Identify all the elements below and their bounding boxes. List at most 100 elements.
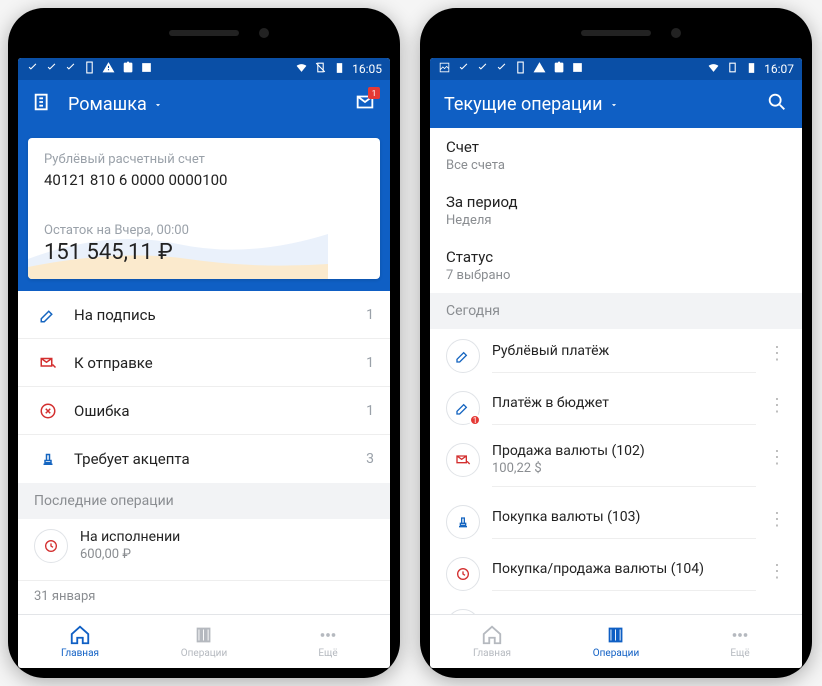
phone-frame-right: 16:07 Текущие операции Счет Все счета За…: [420, 8, 812, 678]
op-item[interactable]: Обязательная продажа валютной вы... ⋮: [430, 599, 802, 614]
play-box-icon: [571, 61, 584, 77]
main-content[interactable]: Счет Все счета За период Неделя Статус 7…: [430, 128, 802, 614]
op-item[interactable]: Продажа валюты (102) 100,22 $ ⋮: [430, 433, 802, 495]
warning-icon: [533, 61, 546, 77]
op-amount: 600,00 ₽: [80, 547, 374, 562]
op-title: На исполнении: [80, 529, 374, 545]
nav-label: Главная: [61, 648, 99, 659]
app-bar: Текущие операции: [430, 80, 802, 128]
chevron-down-icon: [153, 94, 163, 115]
op-badge: 1: [469, 414, 481, 426]
op-menu-button[interactable]: ⋮: [768, 557, 786, 582]
op-title: Покупка валюты (103): [492, 509, 756, 525]
home-icon: [69, 624, 91, 646]
messages-badge: 1: [368, 87, 380, 99]
today-header: Сегодня: [430, 293, 802, 329]
check-icon: [457, 61, 470, 77]
op-item[interactable]: Покупка/продажа валюты (104) ⋮: [430, 547, 802, 599]
status-count: 1: [366, 355, 374, 371]
mail-send-icon: [446, 443, 480, 477]
recent-ops-header: Последние операции: [18, 483, 390, 519]
op-menu-button[interactable]: ⋮: [768, 443, 786, 468]
op-menu-button[interactable]: ⋮: [768, 391, 786, 416]
chevron-down-icon: [609, 94, 619, 115]
pen-icon: 1: [446, 391, 480, 425]
battery-icon: [333, 61, 346, 77]
wifi-icon: [295, 61, 308, 77]
stamp-icon: [34, 450, 62, 468]
phone-frame-left: 16:05 Ромашка 1 Рублёвый расчетный счет …: [8, 8, 400, 678]
op-menu-button[interactable]: ⋮: [768, 505, 786, 530]
nav-home[interactable]: Главная: [430, 615, 554, 668]
org-selector[interactable]: Ромашка: [68, 94, 340, 115]
books-icon: [605, 624, 627, 646]
search-button[interactable]: [766, 91, 788, 117]
no-sim-icon: [314, 61, 327, 77]
check-icon: [495, 61, 508, 77]
op-title: Платёж в бюджет: [492, 395, 756, 411]
op-title: Покупка/продажа валюты (104): [492, 561, 756, 577]
op-item[interactable]: Покупка валюты (103) ⋮: [430, 495, 802, 547]
wifi-icon: [707, 61, 720, 77]
status-label: На подпись: [74, 306, 366, 324]
filter-account[interactable]: Счет Все счета: [430, 128, 802, 183]
nav-operations[interactable]: Операции: [554, 615, 678, 668]
filter-period[interactable]: За период Неделя: [430, 183, 802, 238]
filter-status[interactable]: Статус 7 выбрано: [430, 238, 802, 293]
messages-button[interactable]: 1: [354, 91, 376, 117]
phone-camera: [671, 28, 681, 38]
bottom-nav: Главная Операции Ещё: [430, 614, 802, 668]
status-count: 3: [366, 451, 374, 467]
balance-value: 151 545,11 ₽: [44, 240, 364, 265]
main-content[interactable]: Рублёвый расчетный счет 40121 810 6 0000…: [18, 128, 390, 614]
nav-label: Ещё: [318, 648, 337, 659]
check-icon: [64, 61, 77, 77]
nav-home[interactable]: Главная: [18, 615, 142, 668]
org-name: Ромашка: [68, 94, 147, 115]
status-item-send[interactable]: К отправке 1: [18, 339, 390, 387]
nav-more[interactable]: Ещё: [678, 615, 802, 668]
filter-label: За период: [446, 193, 786, 211]
filter-value: Все счета: [446, 158, 786, 173]
device-icon: [83, 61, 96, 77]
nav-label: Ещё: [730, 648, 749, 659]
ops-selector[interactable]: Текущие операции: [444, 94, 752, 115]
nav-label: Операции: [181, 648, 227, 659]
status-bar: 16:05: [18, 58, 390, 80]
status-count: 1: [366, 307, 374, 323]
nav-operations[interactable]: Операции: [142, 615, 266, 668]
clock-text: 16:07: [764, 62, 794, 76]
status-item-error[interactable]: Ошибка 1: [18, 387, 390, 435]
clipboard-icon: [552, 61, 565, 77]
clipboard-icon: [121, 61, 134, 77]
check-icon: [476, 61, 489, 77]
op-item[interactable]: 1 Платёж в бюджет ⋮: [430, 381, 802, 433]
more-icon: [317, 624, 339, 646]
op-menu-button[interactable]: ⋮: [768, 339, 786, 364]
stamp-icon: [446, 505, 480, 539]
recent-op-item[interactable]: На исполнении 600,00 ₽: [18, 519, 390, 580]
screen-right: 16:07 Текущие операции Счет Все счета За…: [430, 58, 802, 668]
check-icon: [26, 61, 39, 77]
mail-send-icon: [34, 354, 62, 372]
status-label: К отправке: [74, 354, 366, 372]
clock-text: 16:05: [352, 62, 382, 76]
status-item-sign[interactable]: На подпись 1: [18, 291, 390, 339]
phone-speaker: [581, 30, 651, 36]
clock-icon: [34, 529, 68, 563]
status-count: 1: [366, 403, 374, 419]
op-item[interactable]: Рублёвый платёж ⋮: [430, 329, 802, 381]
account-type: Рублёвый расчетный счет: [44, 152, 364, 167]
pen-icon: [446, 339, 480, 373]
status-item-accept[interactable]: Требует акцепта 3: [18, 435, 390, 483]
status-label: Требует акцепта: [74, 450, 366, 468]
pen-icon: [34, 306, 62, 324]
org-icon[interactable]: [32, 91, 54, 117]
date-row: 31 января: [18, 581, 390, 604]
account-card[interactable]: Рублёвый расчетный счет 40121 810 6 0000…: [28, 138, 380, 279]
page-title: Текущие операции: [444, 94, 603, 115]
app-bar: Ромашка 1: [18, 80, 390, 128]
phone-camera: [259, 28, 269, 38]
nav-more[interactable]: Ещё: [266, 615, 390, 668]
device-icon: [514, 61, 527, 77]
